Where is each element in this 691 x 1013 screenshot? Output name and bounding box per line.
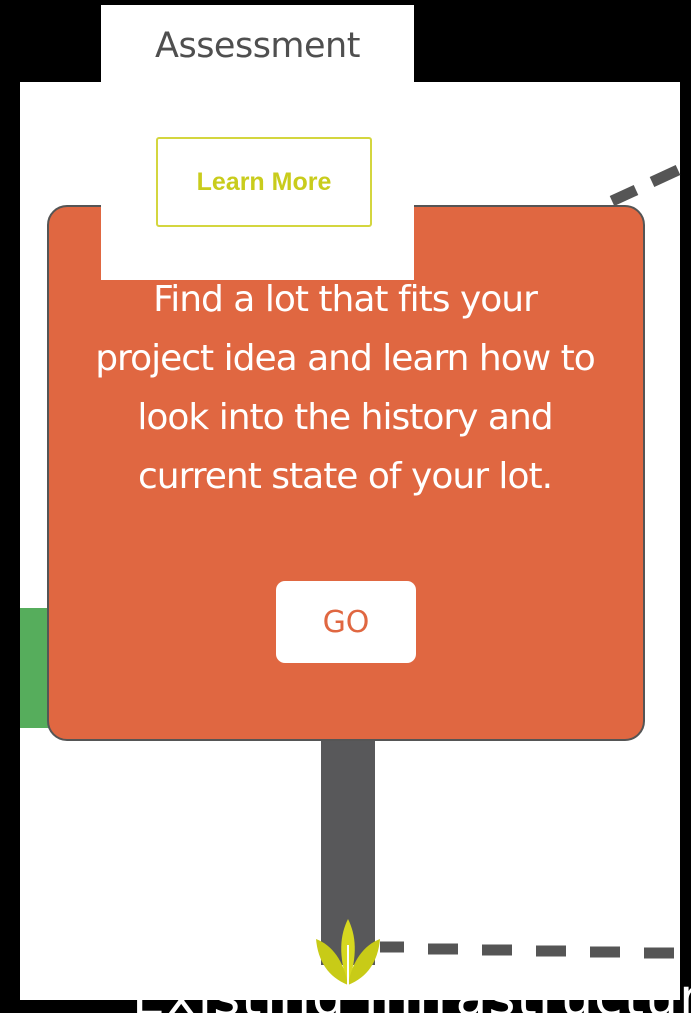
- page-title: Assessment: [155, 26, 360, 66]
- learn-more-button[interactable]: Learn More: [156, 137, 372, 227]
- go-button[interactable]: GO: [276, 581, 416, 663]
- card-description: Find a lot that fits your project idea a…: [95, 279, 596, 497]
- screen: Find a lot that fits your project idea a…: [0, 0, 691, 1013]
- section-caption: Existing Infrastructure: [132, 968, 691, 1013]
